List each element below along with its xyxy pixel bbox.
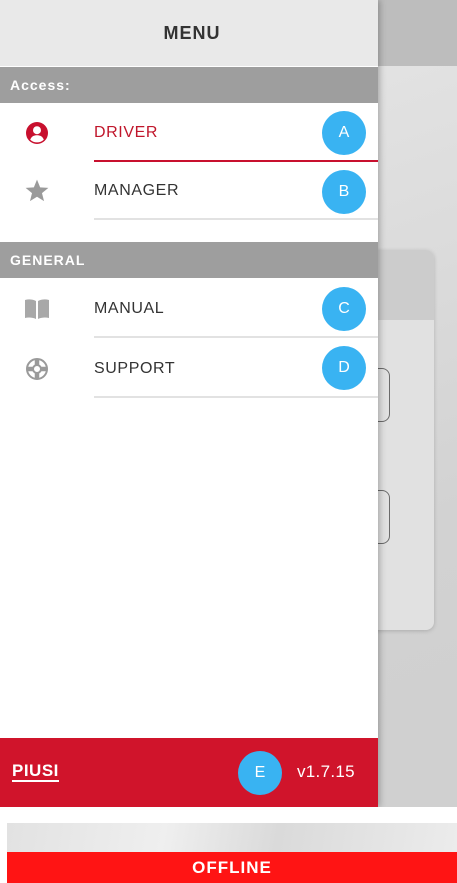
divider [94,396,378,398]
app-version: v1.7.15 [297,762,355,781]
user-circle-icon [24,120,50,146]
star-icon [24,178,50,204]
divider [94,218,378,220]
annotation-badge-b: B [322,170,366,214]
menu-item-label: DRIVER [94,124,159,141]
section-label: GENERAL [10,252,86,268]
background-header [375,0,457,66]
menu-item-label: MANUAL [94,300,165,317]
annotation-badge-a: A [322,111,366,155]
section-label: Access: [10,77,71,93]
side-menu-drawer: MENU Access: DRIVER MANAGER GENERAL MANU… [0,0,378,807]
menu-item-label: SUPPORT [94,360,176,377]
offline-banner: OFFLINE [7,852,457,883]
lifebuoy-icon [24,356,50,382]
section-header-access: Access: [0,67,378,103]
divider [94,336,378,338]
background-strip [7,823,457,855]
menu-item-label: MANAGER [94,182,180,199]
book-icon [24,296,50,322]
annotation-badge-e: E [238,751,282,795]
annotation-badge-c: C [322,287,366,331]
annotation-badge-d: D [322,346,366,390]
offline-label: OFFLINE [192,857,272,877]
menu-title: MENU [163,22,221,43]
piusi-logo: PIUSI [12,761,59,782]
background-footer [378,738,457,807]
section-header-general: GENERAL [0,242,378,278]
menu-header: MENU [0,0,378,66]
